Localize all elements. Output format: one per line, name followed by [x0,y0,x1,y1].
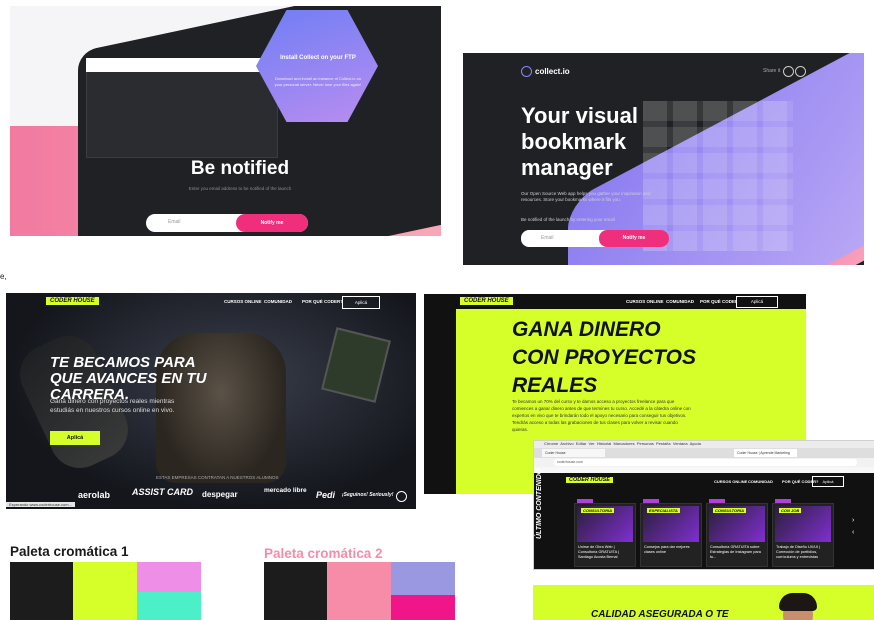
twitter-icon[interactable] [783,66,794,77]
ftp-title: Install Collect on your FTP [280,55,356,61]
menu-item[interactable]: Historial [597,441,611,446]
coderhouse-logo[interactable]: CODER HOUSE [566,477,613,483]
palette-1-swatch [137,562,201,592]
card-label: CON JOB [779,508,802,513]
nav-comunidad[interactable]: COMUNIDAD [264,299,292,304]
partner-logo: mercado libre [264,487,307,494]
whatsapp-icon[interactable] [396,491,407,502]
palette-1-swatch [73,562,137,620]
card-label: CONSULTORÍA [713,508,746,513]
notify-title: Be notified [190,158,290,179]
card-tag [775,499,791,503]
collect-landing-panel: collect.io Share it Your visual bookmark… [463,53,864,265]
chevron-right-icon[interactable]: › [852,517,854,524]
collect-notify-panel: Install Collect on your FTP Download and… [10,6,441,236]
headline: Your visual bookmark manager [521,103,638,180]
nav-comunidad[interactable]: COMUNIDAD [748,479,773,484]
hero-apply-button[interactable]: Aplicá [50,431,100,445]
palette-1-swatch [137,592,201,620]
card-tag [577,499,593,503]
calidad-headline: CALIDAD ASEGURADA O TE [591,609,729,620]
hero-subtitle: Ganá dinero con proyectos reales mientra… [50,398,175,414]
nav-cursos[interactable]: CURSOS ONLINE [626,299,664,304]
nav-por-que[interactable]: POR QUÉ CODER? [302,299,343,304]
nav-comunidad[interactable]: COMUNIDAD [666,299,694,304]
app-mockup [86,58,278,158]
nav-por-que[interactable]: POR QUÉ CODER? [700,299,741,304]
screen-image [321,327,391,403]
status-bar: Esperando www.coderhouse.com... [6,502,75,507]
share-label: Share it [763,68,781,74]
menu-item[interactable]: Pestaña [656,441,671,446]
card-label: CONSULTORÍA [581,508,614,513]
content-card[interactable]: ESPECIALISTA Consejos para dar mejores c… [640,499,702,567]
notify-subtitle: Enter you email address to be notified o… [188,186,292,191]
description: Our Open Source Web app helps you gather… [521,191,651,202]
palette-2-swatch [327,562,391,620]
calidad-section: CALIDAD ASEGURADA O TE [533,585,874,620]
stray-text: e, [0,272,7,281]
hero-headline: TE BECAMOS PARA QUE AVANCES EN TU CARRER… [50,354,207,403]
notify-button[interactable]: Notify me [599,230,669,247]
palette-2-swatch [264,562,327,620]
palette-2-swatch [391,595,455,620]
palette-1-title: Paleta cromática 1 [10,544,129,559]
menu-items[interactable]: Chrome Archivo Editar Ver Historial Marc… [544,441,701,446]
nav-cursos[interactable]: CURSOS ONLINE [714,479,747,484]
app-mockup-header [86,58,276,72]
card-tag [709,499,725,503]
browser-window: Chrome Archivo Editar Ver Historial Marc… [533,440,874,570]
card-title: Consejos para dar mejores clases online [644,545,690,554]
browser-tab[interactable]: Coder House [542,449,605,457]
ftp-text: Download and install an instance of Coll… [274,76,362,87]
partner-logo: aerolab [78,490,111,500]
apply-button[interactable]: Aplicá [342,296,380,309]
partner-logo: ¡Seguinos! Seriously! [342,492,394,498]
collect-logo-icon [521,66,532,77]
palette-2-title: Paleta cromática 2 [264,546,383,561]
menu-item[interactable]: Ventana [673,441,688,446]
menu-item[interactable]: Editar [576,441,586,446]
card-title: Consultoría GRATUITA sobre Estrategias d… [710,545,761,559]
coderhouse-logo[interactable]: CODER HOUSE [46,297,99,305]
card-title: Unirse de Obra Web | Consultoría GRATUIT… [578,545,619,559]
partner-logo: despegar [202,490,238,499]
card-tag [643,499,659,503]
coderhouse-hero-panel: CODER HOUSE CURSOS ONLINE COMUNIDAD POR … [6,293,416,509]
nav-cursos[interactable]: CURSOS ONLINE [224,299,262,304]
menu-item[interactable]: Archivo [560,441,573,446]
facebook-icon[interactable] [795,66,806,77]
card-label: ESPECIALISTA [647,508,680,513]
address-bar[interactable]: coderhouse.com [554,459,857,466]
content-card[interactable]: CONSULTORÍA Consultoría GRATUITA sobre E… [706,499,768,567]
browser-tab-active[interactable]: Coder House | Aprende Marketing [734,449,797,457]
palette-1-swatch [10,562,73,620]
coderhouse-logo[interactable]: CODER HOUSE [460,297,513,305]
menu-item[interactable]: Marcadores [613,441,634,446]
menu-item[interactable]: Ver [589,441,595,446]
vertical-title: ÚLTIMO CONTENIDO [536,468,543,539]
menu-item[interactable]: Personas [637,441,654,446]
apply-button[interactable]: Aplicá [736,296,778,308]
email-placeholder: Email [541,235,554,241]
content-card[interactable]: CONSULTORÍA Unirse de Obra Web | Consult… [574,499,636,567]
dark-block [424,294,456,460]
notify-text: Be notified of the launch by entering yo… [521,217,615,222]
notify-button[interactable]: Notify me [236,214,308,232]
partner-logo: Pedi [316,490,336,500]
menu-item[interactable]: Chrome [544,441,558,446]
card-title: Trabajo de Diseño UX/UI | Corrección de … [776,545,821,559]
partners-title: ESTAS EMPRESAS CONTRATAN A NUESTROS ALUM… [156,475,279,480]
chevron-left-icon[interactable]: ‹ [852,529,854,536]
collect-logo[interactable]: collect.io [535,67,570,76]
gana-headline: GANA DINERO CON PROYECTOS REALES [512,318,696,397]
menu-item[interactable]: Ayuda [690,441,701,446]
gana-description: Te becamos un 70% del curso y te damos a… [512,399,691,432]
partner-logo: ASSIST CARD [132,487,194,497]
content-card[interactable]: CON JOB Trabajo de Diseño UX/UI | Correc… [772,499,834,567]
apply-button[interactable]: Aplicá [812,476,844,487]
palette-2-swatch [391,562,455,595]
email-placeholder: Email [168,219,181,225]
person-hair [779,593,817,611]
